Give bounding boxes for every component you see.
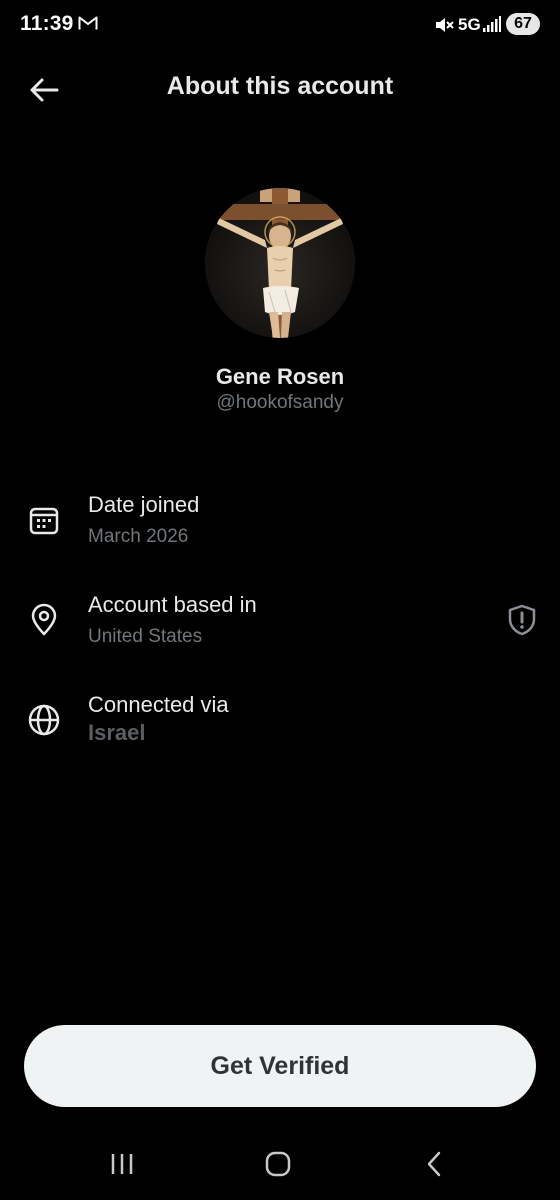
home-button[interactable] <box>258 1146 298 1182</box>
account-based-in-value: United States <box>88 626 203 647</box>
back-icon <box>427 1151 441 1177</box>
connected-via-row: Connected via Israel <box>0 688 560 768</box>
avatar[interactable] <box>205 188 355 338</box>
profile-name: Gene Rosen <box>215 364 345 389</box>
account-based-in-label: Account based in <box>88 592 257 617</box>
battery-badge: 67 <box>506 13 540 35</box>
date-joined-value: March 2026 <box>88 526 189 547</box>
profile-handle: @hookofsandy <box>216 392 344 413</box>
recents-icon <box>111 1154 133 1174</box>
gmail-icon <box>78 16 98 30</box>
date-joined-row: Date joined March 2026 <box>0 488 560 568</box>
shield-alert-icon <box>508 604 536 636</box>
account-based-in-row: Account based in United States <box>0 588 560 668</box>
recents-button[interactable] <box>102 1146 142 1182</box>
calendar-icon <box>29 507 59 535</box>
home-icon <box>265 1151 291 1177</box>
mute-icon <box>436 18 454 32</box>
date-joined-label: Date joined <box>88 492 200 517</box>
status-bar: 11:39 5G 67 <box>0 0 560 52</box>
system-nav-bar <box>0 1130 560 1200</box>
shield-alert-button[interactable] <box>504 602 540 638</box>
page-title: About this account <box>166 72 394 100</box>
nav-back-button[interactable] <box>414 1146 454 1182</box>
get-verified-button[interactable]: Get Verified <box>24 1025 536 1107</box>
connected-via-label: Connected via <box>88 692 229 717</box>
location-pin-icon <box>31 603 57 636</box>
network-label: 5G <box>458 15 481 34</box>
globe-icon <box>28 704 60 736</box>
avatar-image <box>205 188 355 338</box>
status-time: 11:39 <box>20 12 74 35</box>
signal-icon <box>483 16 501 32</box>
connected-via-value: Israel <box>88 720 146 745</box>
